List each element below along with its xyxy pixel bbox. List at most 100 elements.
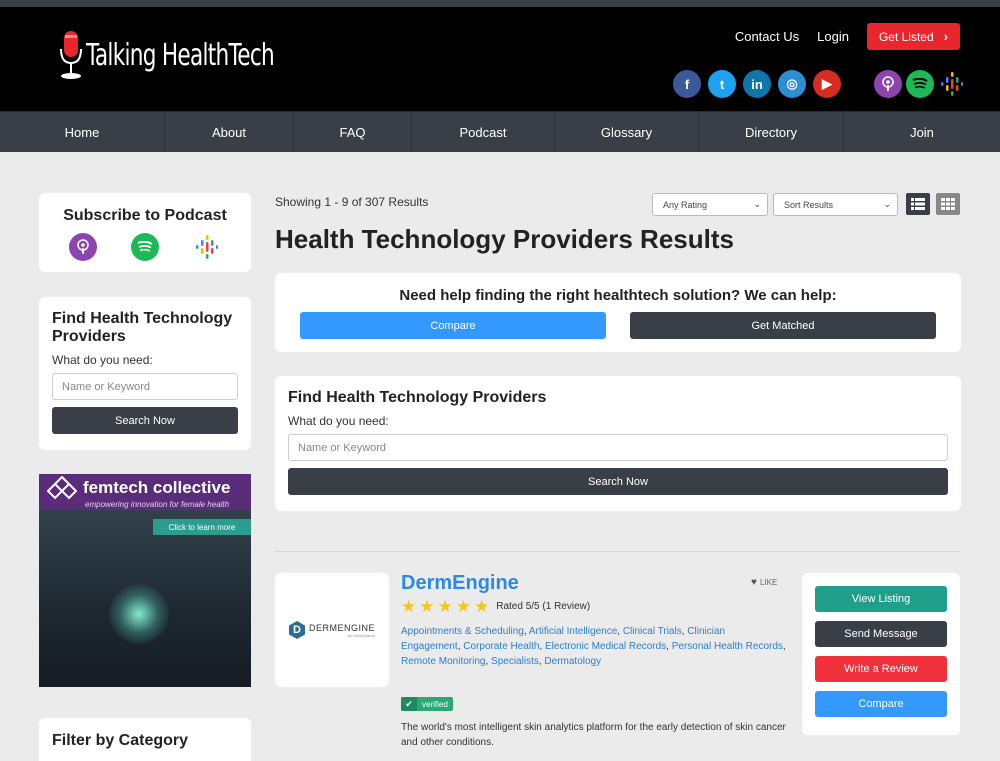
site-logo[interactable]: Talking HealthTech	[58, 25, 347, 85]
microphone-icon	[60, 31, 82, 79]
listing-logo[interactable]: D DERMENGINE by MetaOptima	[275, 573, 389, 687]
category-link[interactable]: Dermatology	[544, 656, 601, 667]
category-link[interactable]: Specialists	[491, 656, 539, 667]
main-search-input[interactable]: Name or Keyword	[288, 434, 948, 461]
nav-home[interactable]: Home	[0, 112, 165, 152]
star-icon: ★	[474, 597, 490, 616]
filter-card: Filter by Category	[39, 718, 251, 761]
apple-podcasts-icon[interactable]	[69, 233, 97, 261]
grid-icon	[941, 198, 955, 210]
results-divider	[275, 551, 961, 552]
rating-select[interactable]: Any Rating ⌄	[652, 193, 768, 216]
star-icon: ★	[437, 597, 453, 616]
top-links: Contact Us Login Get Listed ›	[735, 23, 960, 50]
login-link[interactable]: Login	[817, 29, 849, 44]
get-listed-button[interactable]: Get Listed ›	[866, 23, 960, 50]
twitter-icon[interactable]: t	[708, 70, 736, 98]
category-link[interactable]: Appointments & Scheduling	[401, 626, 524, 637]
main-search-label: What do you need:	[288, 414, 389, 428]
femtech-ad-banner[interactable]: femtech collective empowering innovation…	[39, 474, 251, 687]
chevron-right-icon: ›	[943, 29, 948, 44]
ad-tagline: empowering innovation for female health	[85, 499, 230, 509]
sort-select-value: Sort Results	[784, 199, 834, 210]
sort-select[interactable]: Sort Results ⌄	[773, 193, 898, 216]
category-link[interactable]: Clinical Trials	[623, 626, 682, 637]
google-podcasts-icon[interactable]	[193, 233, 221, 261]
spotify-icon[interactable]	[906, 70, 934, 98]
main-search-card: Find Health Technology Providers What do…	[275, 376, 961, 511]
subscribe-card: Subscribe to Podcast	[39, 193, 251, 272]
category-link[interactable]: Remote Monitoring	[401, 656, 485, 667]
like-label: LIKE	[759, 578, 778, 587]
grid-view-button[interactable]	[936, 193, 960, 215]
chevron-down-icon: ⌄	[883, 199, 891, 209]
nav-podcast[interactable]: Podcast	[412, 112, 555, 152]
facebook-icon[interactable]: f	[673, 70, 701, 98]
nav-directory[interactable]: Directory	[699, 112, 844, 152]
listing-actions: View Listing Send Message Write a Review…	[802, 573, 960, 735]
logo-text: Talking HealthTech	[86, 37, 275, 73]
check-icon: ✔	[401, 697, 417, 711]
nav-join[interactable]: Join	[844, 112, 1000, 152]
listing-categories: Appointments & Scheduling, Artificial In…	[401, 624, 786, 669]
help-title: Need help finding the right healthtech s…	[399, 287, 837, 304]
chevron-down-icon: ⌄	[753, 199, 761, 209]
like-button[interactable]: ♥ LIKE	[751, 577, 777, 588]
femtech-logo-icon	[47, 475, 77, 499]
rating-text: Rated 5/5 (1 Review)	[496, 601, 591, 612]
listing-name[interactable]: DermEngine	[401, 572, 519, 595]
list-view-button[interactable]	[906, 193, 930, 215]
send-message-button[interactable]: Send Message	[815, 621, 947, 647]
main-search-button[interactable]: Search Now	[288, 468, 948, 495]
nav-glossary[interactable]: Glossary	[555, 112, 699, 152]
site-header: Talking HealthTech Contact Us Login Get …	[0, 7, 1000, 111]
nav-about[interactable]: About	[165, 112, 294, 152]
nav-faq[interactable]: FAQ	[294, 112, 412, 152]
star-icon: ★	[401, 597, 417, 616]
sidebar-search-button[interactable]: Search Now	[52, 407, 238, 434]
social-links: f t in ◎ ▶	[673, 70, 841, 98]
youtube-icon[interactable]: ▶	[813, 70, 841, 98]
category-separator: ,	[782, 641, 786, 652]
ad-header: femtech collective empowering innovation…	[39, 474, 251, 510]
verified-label: verified	[422, 699, 448, 709]
sidebar-search-card: Find Health Technology Providers What do…	[39, 297, 251, 450]
apple-podcasts-icon[interactable]	[874, 70, 902, 98]
ad-cta[interactable]: Click to learn more	[153, 519, 251, 535]
spotify-icon[interactable]	[131, 233, 159, 261]
linkedin-icon[interactable]: in	[743, 70, 771, 98]
dermengine-logo-icon: D	[288, 621, 305, 639]
heart-icon: ♥	[751, 577, 757, 588]
filter-title: Filter by Category	[52, 732, 189, 749]
category-link[interactable]: Artificial Intelligence	[529, 626, 617, 637]
list-icon	[911, 198, 925, 210]
listing-logo-text: DERMENGINE	[308, 622, 375, 633]
top-strip	[0, 0, 1000, 7]
verified-badge: ✔ verified	[401, 697, 453, 711]
ad-brand: femtech collective	[83, 477, 231, 497]
compare-button[interactable]: Compare	[300, 312, 606, 339]
instagram-icon[interactable]: ◎	[778, 70, 806, 98]
sidebar-search-title: Find Health Technology Providers	[52, 310, 233, 345]
main-nav: Home About FAQ Podcast Glossary Director…	[0, 111, 1000, 152]
help-card: Need help finding the right healthtech s…	[275, 273, 961, 352]
get-matched-button[interactable]: Get Matched	[630, 312, 936, 339]
listing-compare-button[interactable]: Compare	[815, 691, 947, 717]
sidebar-search-label: What do you need:	[52, 353, 153, 367]
main-search-title: Find Health Technology Providers	[288, 389, 547, 406]
category-link[interactable]: Electronic Medical Records	[545, 641, 666, 652]
write-review-button[interactable]: Write a Review	[815, 656, 947, 682]
google-podcasts-icon[interactable]	[938, 70, 966, 98]
category-link[interactable]: Personal Health Records	[672, 641, 783, 652]
page-title: Health Technology Providers Results	[275, 224, 734, 254]
ad-image-glow	[109, 584, 169, 644]
get-listed-label: Get Listed	[878, 29, 934, 44]
sidebar-search-input[interactable]: Name or Keyword	[52, 373, 238, 400]
star-icon: ★	[455, 597, 471, 616]
listing-logo-sub: by MetaOptima	[347, 632, 375, 638]
contact-us-link[interactable]: Contact Us	[735, 29, 799, 44]
subscribe-title: Subscribe to Podcast	[63, 207, 227, 224]
podcast-links	[874, 70, 966, 98]
category-link[interactable]: Corporate Health	[463, 641, 539, 652]
view-listing-button[interactable]: View Listing	[815, 586, 947, 612]
